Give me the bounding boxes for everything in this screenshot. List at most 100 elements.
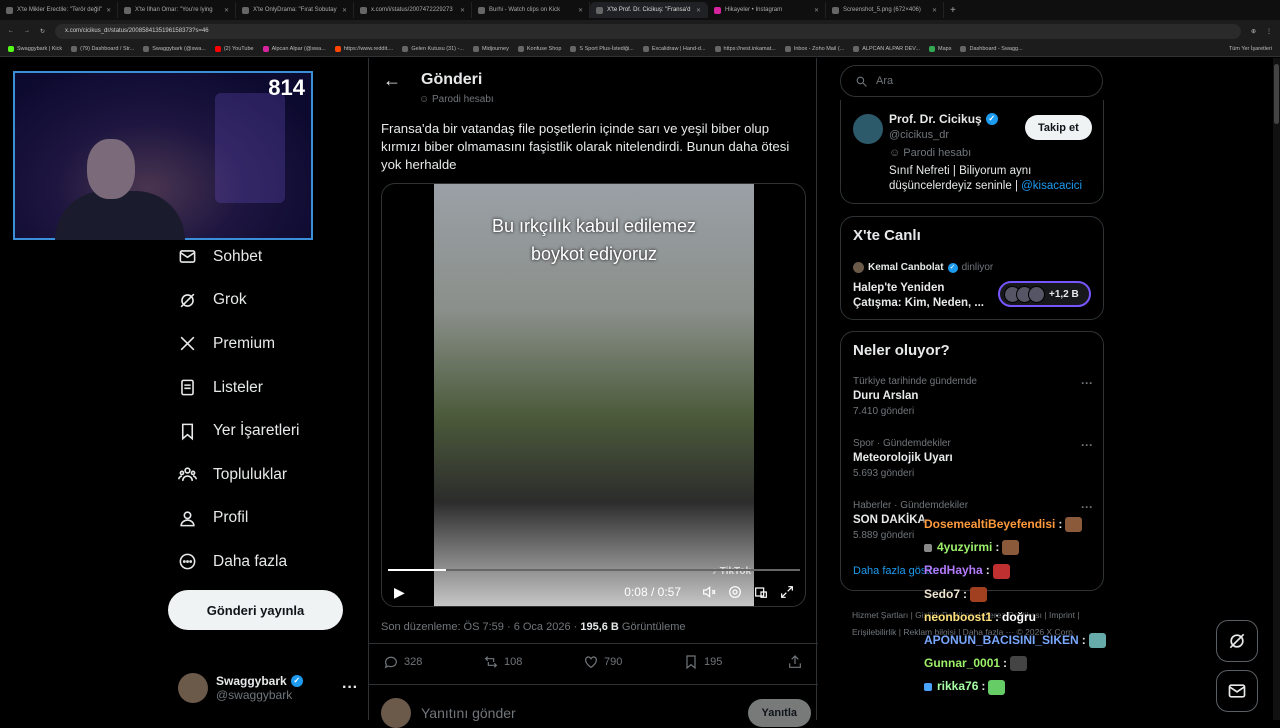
bookmark-item[interactable]: Inbox - Zoho Mail (... — [784, 45, 844, 52]
nav-item-bookmarks[interactable]: Yer İşaretleri — [168, 409, 368, 453]
bookmark-item[interactable]: Dashboard - Swagg... — [960, 45, 1023, 52]
reply-input[interactable]: Yanıtını gönder — [421, 705, 516, 721]
fullscreen-icon[interactable] — [779, 584, 795, 600]
bookmark-item[interactable]: ALPCAN ALPAR DEV... — [853, 45, 920, 52]
share-icon[interactable] — [787, 654, 803, 670]
bookmark-item[interactable]: (2) YouTube — [214, 45, 254, 52]
forward-icon[interactable]: → — [24, 28, 30, 34]
grok-fab[interactable] — [1216, 620, 1258, 662]
bookmark-item[interactable]: Excalidraw | Hand-d... — [642, 45, 706, 52]
nav-item-grok[interactable]: Grok — [168, 279, 368, 323]
trend-item[interactable]: Türkiye tarihinde gündemde Duru Arslan 7… — [853, 376, 1093, 417]
close-tab-icon[interactable]: ✕ — [578, 7, 583, 14]
mail-icon — [1228, 684, 1246, 698]
pip-icon[interactable] — [753, 584, 769, 600]
verified-badge-icon: ✓ — [985, 113, 998, 125]
search-input[interactable]: Ara — [840, 65, 1103, 97]
listeners-pill[interactable]: +1,2 B — [998, 281, 1091, 307]
reply-action[interactable]: 328 — [383, 654, 483, 670]
messages-fab[interactable] — [1216, 670, 1258, 712]
close-tab-icon[interactable]: ✕ — [106, 7, 111, 14]
volume-icon[interactable] — [701, 584, 717, 600]
settings-gear-icon[interactable] — [727, 584, 743, 600]
browser-tab-bar: X'te Mikler Erectile: "Terör değil" ✕ X't… — [0, 0, 1280, 20]
scrollbar-thumb[interactable] — [1274, 64, 1279, 124]
post-meta: Son düzenleme: ÖS 7:59 · 6 Oca 2026 · 19… — [381, 621, 686, 633]
bookmark-item[interactable]: S Sport Plus-İstediği... — [570, 45, 634, 52]
bookmark-action[interactable]: 195 — [683, 654, 783, 670]
nav-item-more[interactable]: Daha fazla — [168, 540, 368, 584]
bookmark-item[interactable]: Gelen Kutusu (31) -... — [402, 45, 464, 52]
browser-tab[interactable]: x.com/i/status/2007472229273 ✕ — [354, 2, 472, 18]
account-more-icon[interactable]: ··· — [342, 679, 358, 697]
post-button[interactable]: Gönderi yayınla — [168, 590, 343, 630]
trend-more-icon[interactable]: ··· — [1081, 500, 1093, 514]
bookmark-favicon-icon — [642, 45, 649, 52]
tab-favicon-icon — [6, 6, 13, 14]
tab-favicon-icon — [714, 6, 721, 14]
video-player[interactable]: Bu ırkçılık kabul edilemez boykot ediyor… — [381, 183, 806, 607]
video-progress-bar[interactable] — [388, 569, 800, 571]
bookmark-item[interactable]: Alpcan Alpar (@swa... — [262, 45, 326, 52]
close-tab-icon[interactable]: ✕ — [460, 7, 465, 14]
page-scrollbar[interactable] — [1273, 58, 1280, 720]
nav-item-chat[interactable]: Sohbet — [168, 235, 368, 279]
account-switcher[interactable]: Swaggybark ✓ @swaggybark ··· — [178, 668, 358, 708]
bookmark-item[interactable]: Konfuse Shop — [517, 45, 561, 52]
menu-icon[interactable]: ⋮ — [1266, 28, 1272, 35]
streamer-face — [87, 139, 135, 199]
bookmark-item[interactable]: https://www.reddit.... — [334, 45, 393, 52]
back-arrow-icon[interactable]: ← — [383, 70, 401, 91]
browser-tab[interactable]: X'te OnlyDrama: "Fırat Sobutay ✕ — [236, 2, 354, 18]
all-bookmarks[interactable]: Tüm Yer İşaretleri — [1229, 46, 1272, 52]
browser-tab[interactable]: X'te Ilhan Omar: "You're lying ✕ — [118, 2, 236, 18]
browser-tab-active[interactable]: X'te Prof. Dr. Cicikuş: "Fransa'd ✕ — [590, 2, 708, 18]
reload-icon[interactable]: ↻ — [40, 28, 45, 35]
close-tab-icon[interactable]: ✕ — [932, 7, 937, 14]
bookmark-item[interactable]: Maps — [929, 45, 951, 52]
close-tab-icon[interactable]: ✕ — [814, 7, 819, 14]
bookmark-item[interactable]: Swaggybark | Kick — [8, 45, 62, 52]
new-tab-button[interactable]: + — [950, 5, 956, 16]
url-input[interactable]: x.com/cicikus_dr/status/2008584135196158… — [55, 23, 1241, 39]
bookmark-favicon-icon — [853, 45, 860, 52]
post-text: Fransa'da bir vatandaş file poşetlerin i… — [381, 121, 790, 172]
nav-item-communities[interactable]: Topluluklar — [168, 453, 368, 497]
heart-icon — [585, 656, 597, 669]
trend-more-icon[interactable]: ··· — [1081, 438, 1093, 452]
browser-tab[interactable]: X'te Mikler Erectile: "Terör değil" ✕ — [0, 2, 118, 18]
back-icon[interactable]: ← — [8, 28, 14, 34]
repost-action[interactable]: 108 — [483, 654, 583, 670]
tiktok-logo-icon: ♪ — [712, 566, 720, 577]
browser-tab[interactable]: Screenshot_5.png (672×406) ✕ — [826, 2, 944, 18]
bookmark-item[interactable]: Swaggybark (@swa... — [143, 45, 206, 52]
browser-tab[interactable]: Burhi - Watch clips on Kick ✕ — [472, 2, 590, 18]
view-count: 195,6 B — [580, 621, 619, 633]
browser-tab[interactable]: Hikayeler • Instagram ✕ — [708, 2, 826, 18]
reply-button[interactable]: Yanıtla — [747, 699, 811, 727]
like-action[interactable]: 790 — [583, 654, 683, 670]
webcam-overlay: 814 — [13, 71, 313, 240]
nav-item-lists[interactable]: Listeler — [168, 366, 368, 410]
badge-icon — [924, 543, 932, 552]
close-tab-icon[interactable]: ✕ — [696, 7, 701, 14]
bio-link[interactable]: @kisacacici — [1021, 180, 1082, 192]
extension-icon[interactable]: ⊕ — [1251, 28, 1256, 35]
avatar[interactable] — [853, 114, 883, 144]
live-spaces-card[interactable]: X'te Canlı Kemal Canbolat ✓ dinliyor Halep… — [840, 216, 1104, 320]
trend-more-icon[interactable]: ··· — [1081, 376, 1093, 390]
trend-item[interactable]: Spor · Gündemdekiler Meteorolojik Uyarı … — [853, 438, 1093, 479]
profile-name[interactable]: Prof. Dr. Cicikuş — [889, 112, 982, 126]
play-icon[interactable]: ▶ — [394, 584, 405, 601]
nav-item-profile[interactable]: Profil — [168, 497, 368, 541]
bookmark-item[interactable]: (79) Dashboard / Str... — [71, 45, 134, 52]
bookmark-item[interactable]: https://nest.inkamat... — [714, 45, 776, 52]
video-frame[interactable]: Bu ırkçılık kabul edilemez boykot ediyor… — [434, 184, 754, 606]
follow-button[interactable]: Takip et — [1025, 115, 1092, 140]
close-tab-icon[interactable]: ✕ — [342, 7, 347, 14]
close-tab-icon[interactable]: ✕ — [224, 7, 229, 14]
side-navigation: Sohbet Grok Premium Listeler Yer İşaretl… — [168, 235, 368, 584]
parody-mask-icon: ☺ — [889, 147, 904, 159]
bookmark-item[interactable]: Midjourney — [472, 45, 509, 52]
nav-item-premium[interactable]: Premium — [168, 322, 368, 366]
